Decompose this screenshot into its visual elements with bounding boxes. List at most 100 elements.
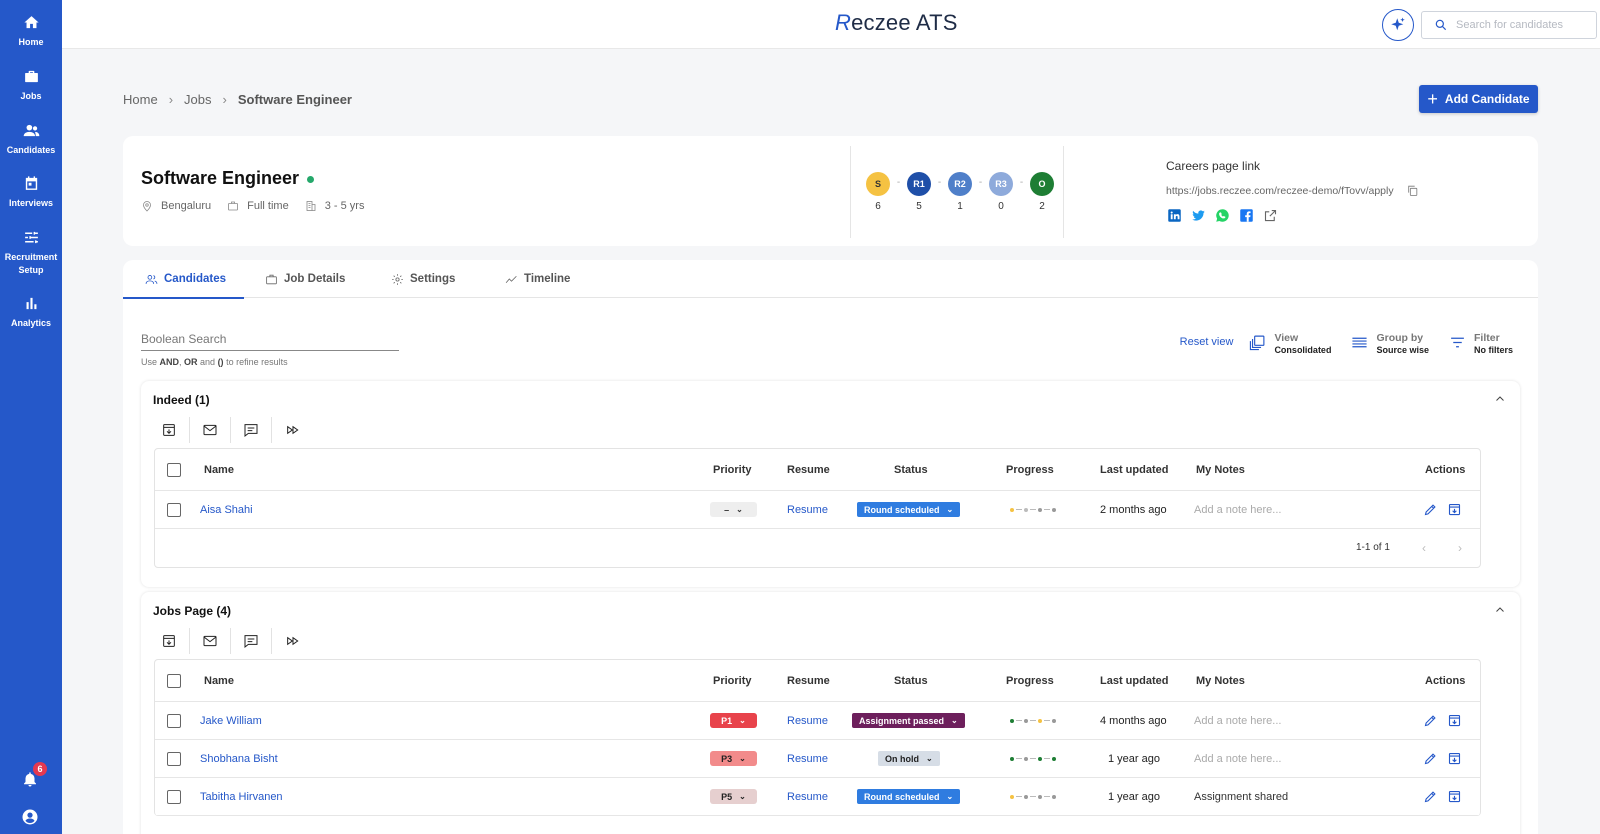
- select-all-checkbox[interactable]: [167, 462, 181, 477]
- sidebar-item-jobs[interactable]: Jobs: [0, 68, 62, 103]
- row-checkbox[interactable]: [167, 789, 181, 804]
- chevron-up-icon: [1496, 607, 1504, 612]
- row-checkbox[interactable]: [167, 751, 181, 766]
- status-dropdown[interactable]: Assignment passed ⌄: [852, 713, 965, 728]
- bulk-move-forward-button[interactable]: [272, 417, 313, 443]
- column-header-last-updated[interactable]: Last updated: [1100, 660, 1168, 701]
- stage-r2[interactable]: R2 1: [948, 172, 972, 212]
- status-dropdown[interactable]: Round scheduled ⌄: [857, 789, 961, 804]
- resume-link[interactable]: Resume: [787, 715, 828, 727]
- status-dropdown[interactable]: On hold ⌄: [878, 751, 940, 766]
- stage-r1[interactable]: R1 5: [907, 172, 931, 212]
- sidebar-item-home[interactable]: Home: [0, 14, 62, 49]
- collapse-group-button[interactable]: [1494, 393, 1506, 405]
- breadcrumb-home[interactable]: Home: [123, 92, 158, 107]
- archive-download-icon[interactable]: [1447, 502, 1462, 517]
- twitter-share[interactable]: [1190, 207, 1206, 223]
- view-selector[interactable]: View Consolidated: [1249, 332, 1331, 356]
- facebook-share[interactable]: [1238, 207, 1254, 223]
- stage-s[interactable]: S6: [866, 172, 890, 212]
- stage-r3[interactable]: R3 0: [989, 172, 1013, 212]
- account-button[interactable]: [21, 808, 41, 828]
- tab-timeline[interactable]: Timeline: [505, 260, 595, 298]
- bulk-archive-button[interactable]: [149, 417, 190, 443]
- boolean-search-hint: Use AND, OR and () to refine results: [141, 357, 288, 367]
- archive-download-icon[interactable]: [1447, 789, 1462, 804]
- chevron-down-icon: ⌄: [926, 754, 933, 763]
- reset-view-link[interactable]: Reset view: [1180, 336, 1234, 348]
- row-checkbox[interactable]: [167, 502, 181, 517]
- column-header-status[interactable]: Status: [894, 660, 928, 701]
- column-header-priority[interactable]: Priority: [713, 660, 752, 701]
- sidebar-item-analytics[interactable]: Analytics: [0, 295, 62, 330]
- app-logo[interactable]: Reczee ATS: [835, 10, 958, 36]
- candidate-name-link[interactable]: Shobhana Bisht: [200, 753, 278, 765]
- tab-candidates[interactable]: Candidates: [123, 260, 244, 299]
- prev-page-button[interactable]: ‹: [1422, 541, 1426, 555]
- pencil-icon[interactable]: [1423, 789, 1438, 804]
- boolean-search[interactable]: [141, 332, 399, 351]
- bulk-archive-button[interactable]: [149, 628, 190, 654]
- stage-count: 1: [957, 201, 963, 212]
- hint-text: Use: [141, 357, 160, 367]
- resume-link[interactable]: Resume: [787, 753, 828, 765]
- note-input[interactable]: Add a note here...: [1194, 715, 1281, 727]
- resume-link[interactable]: Resume: [787, 791, 828, 803]
- next-page-button[interactable]: ›: [1458, 541, 1462, 555]
- last-updated: 1 year ago: [1108, 752, 1160, 765]
- sidebar-item-candidates[interactable]: Candidates: [0, 122, 62, 157]
- candidate-search[interactable]: [1421, 11, 1597, 39]
- candidate-name-link[interactable]: Jake William: [200, 715, 262, 727]
- candidate-name-link[interactable]: Tabitha Hirvanen: [200, 791, 283, 803]
- row-checkbox[interactable]: [167, 713, 181, 728]
- collapse-group-button[interactable]: [1494, 604, 1506, 616]
- notifications-button[interactable]: 6: [21, 762, 47, 790]
- pencil-icon[interactable]: [1423, 502, 1438, 517]
- archive-download-icon[interactable]: [1447, 713, 1462, 728]
- bulk-comment-button[interactable]: [231, 417, 272, 443]
- note-input[interactable]: Add a note here...: [1194, 753, 1281, 765]
- ai-assistant-button[interactable]: [1382, 9, 1414, 41]
- candidate-search-input[interactable]: [1456, 19, 1581, 31]
- priority-dropdown[interactable]: – ⌄: [710, 502, 757, 517]
- breadcrumb-jobs[interactable]: Jobs: [184, 92, 211, 107]
- sidebar-item-recruitment-setup[interactable]: Recruitment Setup: [0, 229, 62, 277]
- column-header-priority[interactable]: Priority: [713, 449, 752, 490]
- stage-o[interactable]: O2: [1030, 172, 1054, 212]
- archive-download-icon[interactable]: [1447, 751, 1462, 766]
- pencil-icon[interactable]: [1423, 713, 1438, 728]
- copy-icon[interactable]: [1406, 184, 1419, 197]
- status-dropdown[interactable]: Round scheduled ⌄: [857, 502, 961, 517]
- priority-dropdown[interactable]: P5 ⌄: [710, 789, 757, 804]
- tab-label: Timeline: [524, 273, 571, 285]
- bulk-comment-button[interactable]: [231, 628, 272, 654]
- column-header-status[interactable]: Status: [894, 449, 928, 490]
- resume-link[interactable]: Resume: [787, 504, 828, 516]
- bulk-move-forward-button[interactable]: [272, 628, 313, 654]
- priority-dropdown[interactable]: P1 ⌄: [710, 713, 757, 728]
- priority-dropdown[interactable]: P3 ⌄: [710, 751, 757, 766]
- open-external-link[interactable]: [1262, 207, 1278, 223]
- candidate-name-link[interactable]: Aisa Shahi: [200, 504, 253, 516]
- add-candidate-button[interactable]: + Add Candidate: [1419, 85, 1538, 113]
- filter-selector[interactable]: Filter No filters: [1449, 332, 1513, 356]
- linkedin-share[interactable]: [1166, 207, 1182, 223]
- bulk-email-button[interactable]: [190, 628, 231, 654]
- whatsapp-share[interactable]: [1214, 207, 1230, 223]
- group-by-selector[interactable]: Group by Source wise: [1351, 332, 1429, 356]
- note-text[interactable]: Assignment shared: [1194, 791, 1288, 803]
- bulk-email-button[interactable]: [190, 417, 231, 443]
- sidebar-item-interviews[interactable]: Interviews: [0, 175, 62, 210]
- boolean-search-input[interactable]: [141, 332, 399, 346]
- pencil-icon[interactable]: [1423, 751, 1438, 766]
- column-header-last-updated[interactable]: Last updated: [1100, 449, 1168, 490]
- last-updated: 1 year ago: [1108, 790, 1160, 803]
- select-all-checkbox[interactable]: [167, 673, 181, 688]
- careers-url[interactable]: https://jobs.reczee.com/reczee-demo/fTov…: [1166, 185, 1394, 197]
- tab-job-details[interactable]: Job Details: [265, 260, 370, 298]
- column-header-name[interactable]: Name: [204, 449, 234, 490]
- column-header-name[interactable]: Name: [204, 660, 234, 701]
- tab-settings[interactable]: Settings: [391, 260, 486, 298]
- note-input[interactable]: Add a note here...: [1194, 504, 1281, 516]
- job-summary-card: Software Engineer Bengaluru Full time 3 …: [123, 136, 1538, 246]
